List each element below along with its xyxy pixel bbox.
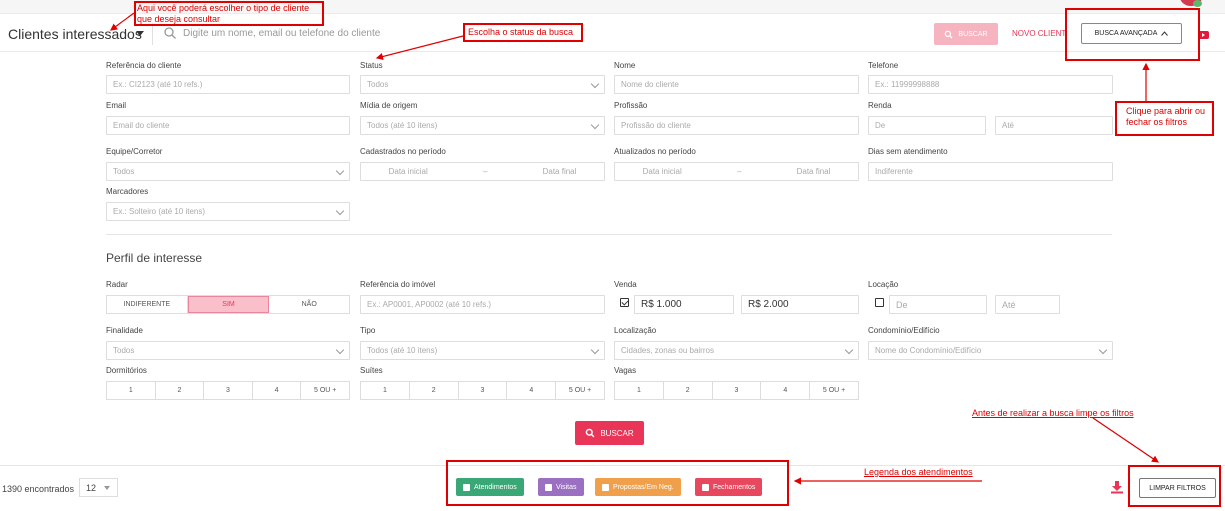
- annotation-arrow: [375, 35, 464, 61]
- annotation-arrows: [110, 12, 1159, 485]
- annotation-arrow: [1092, 417, 1159, 463]
- annotation-arrow: [110, 12, 135, 31]
